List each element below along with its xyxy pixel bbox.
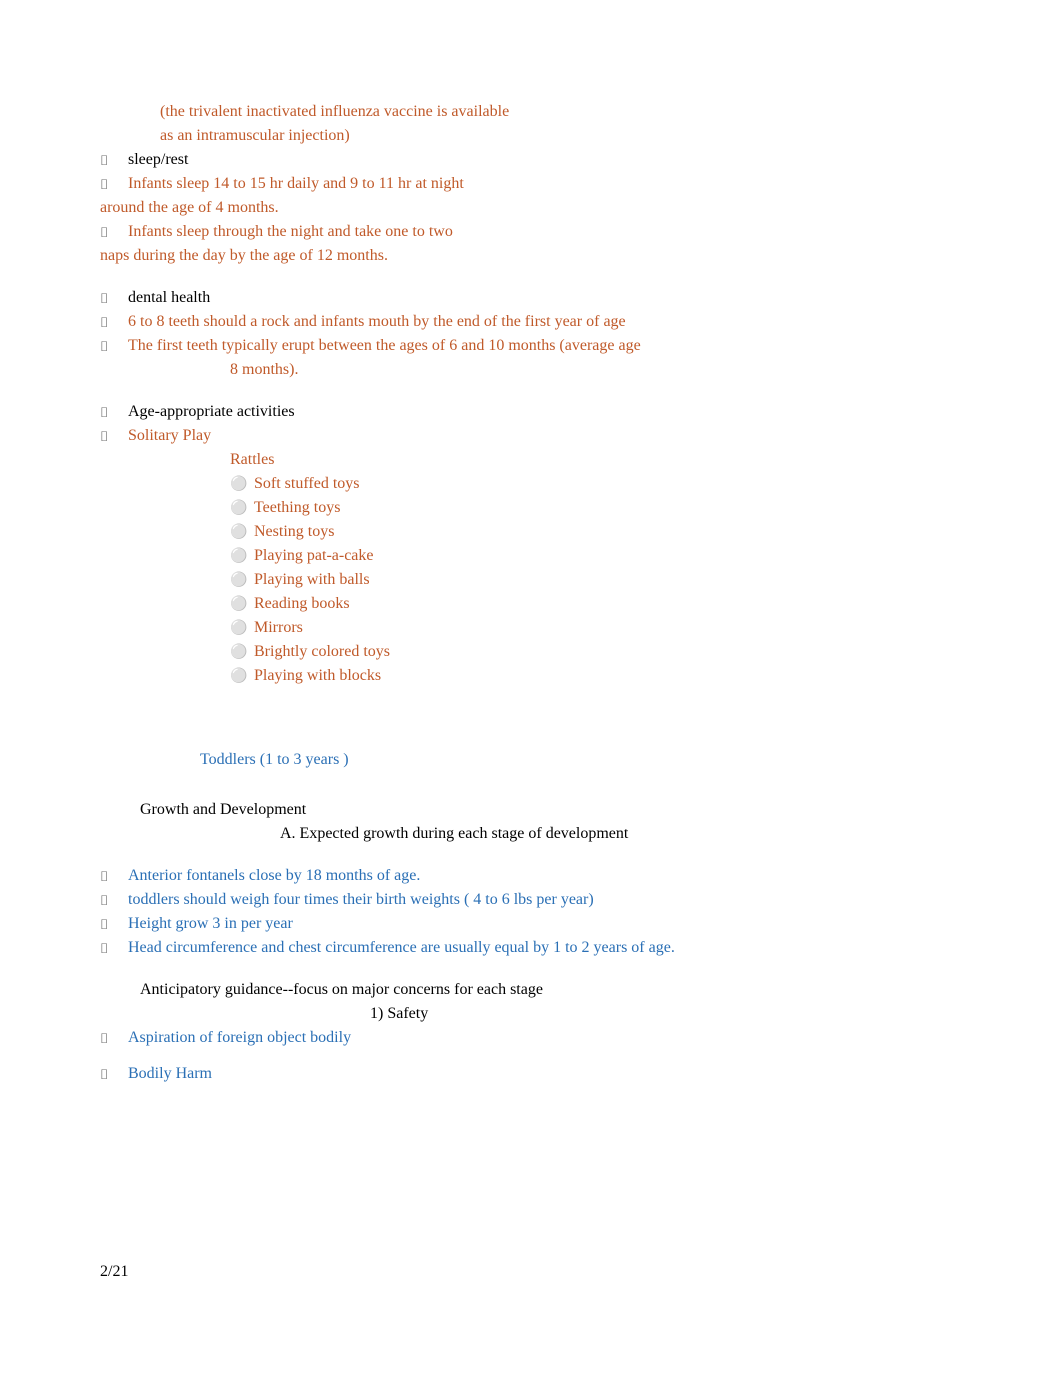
page-number: 2/21 — [100, 1260, 128, 1284]
toy-item: Brightly colored toys — [254, 640, 390, 664]
sleep-bullet-1-cont: around the age of 4 months. — [100, 196, 962, 220]
bullet-icon: ⌷ — [100, 864, 128, 887]
bullet-icon: ⌷ — [100, 172, 128, 195]
growth-item: Height grow 3 in per year — [128, 912, 962, 936]
circle-icon: ⚪ — [230, 568, 254, 591]
bullet-icon: ⌷ — [100, 936, 128, 959]
dental-bullet-1: 6 to 8 teeth should a rock and infants m… — [128, 310, 962, 334]
dental-health-heading: dental health — [128, 286, 962, 310]
growth-item: Anterior fontanels close by 18 months of… — [128, 864, 962, 888]
bullet-icon: ⌷ — [100, 1062, 128, 1085]
aspiration-item: Aspiration of foreign object bodily — [128, 1026, 962, 1050]
toy-item: Playing with balls — [254, 568, 370, 592]
safety-number: 1) Safety — [370, 1002, 962, 1026]
anticipatory-heading: Anticipatory guidance--focus on major co… — [140, 978, 962, 1002]
sleep-rest-heading: sleep/rest — [128, 148, 962, 172]
circle-icon: ⚪ — [230, 640, 254, 663]
sleep-bullet-2: Infants sleep through the night and take… — [128, 220, 962, 244]
bullet-icon: ⌷ — [100, 888, 128, 911]
toy-item: Nesting toys — [254, 520, 334, 544]
bullet-icon: ⌷ — [100, 1026, 128, 1049]
circle-icon: ⚪ — [230, 592, 254, 615]
bodily-harm-item: Bodily Harm — [128, 1062, 962, 1086]
growth-item: toddlers should weigh four times their b… — [128, 888, 962, 912]
bullet-icon: ⌷ — [100, 310, 128, 333]
circle-icon: ⚪ — [230, 472, 254, 495]
circle-icon: ⚪ — [230, 544, 254, 567]
sleep-bullet-1: Infants sleep 14 to 15 hr daily and 9 to… — [128, 172, 962, 196]
vaccine-note-line1: (the trivalent inactivated influenza vac… — [160, 100, 962, 124]
bullet-icon: ⌷ — [100, 424, 128, 447]
toddlers-heading: Toddlers (1 to 3 years ) — [200, 748, 962, 772]
circle-icon: ⚪ — [230, 520, 254, 543]
circle-icon: ⚪ — [230, 496, 254, 519]
bullet-icon: ⌷ — [100, 148, 128, 171]
circle-icon: ⚪ — [230, 616, 254, 639]
growth-sub-a: A. Expected growth during each stage of … — [280, 822, 962, 846]
bullet-icon: ⌷ — [100, 220, 128, 243]
growth-dev-heading: Growth and Development — [140, 798, 962, 822]
toy-item: Soft stuffed toys — [254, 472, 359, 496]
toy-item: Reading books — [254, 592, 350, 616]
rattles-item: Rattles — [230, 448, 962, 472]
toy-item: Mirrors — [254, 616, 303, 640]
sleep-bullet-2-cont: naps during the day by the age of 12 mon… — [100, 244, 962, 268]
growth-item: Head circumference and chest circumferen… — [128, 936, 962, 960]
vaccine-note-line2: as an intramuscular injection) — [160, 124, 962, 148]
dental-bullet-2: The first teeth typically erupt between … — [128, 334, 962, 358]
dental-bullet-2-cont: 8 months). — [230, 358, 962, 382]
bullet-icon: ⌷ — [100, 334, 128, 357]
toy-item: Playing with blocks — [254, 664, 381, 688]
age-activities-heading: Age-appropriate activities — [128, 400, 962, 424]
bullet-icon: ⌷ — [100, 400, 128, 423]
circle-icon: ⚪ — [230, 664, 254, 687]
bullet-icon: ⌷ — [100, 286, 128, 309]
toy-item: Teething toys — [254, 496, 340, 520]
toy-item: Playing pat-a-cake — [254, 544, 374, 568]
solitary-play: Solitary Play — [128, 424, 962, 448]
bullet-icon: ⌷ — [100, 912, 128, 935]
